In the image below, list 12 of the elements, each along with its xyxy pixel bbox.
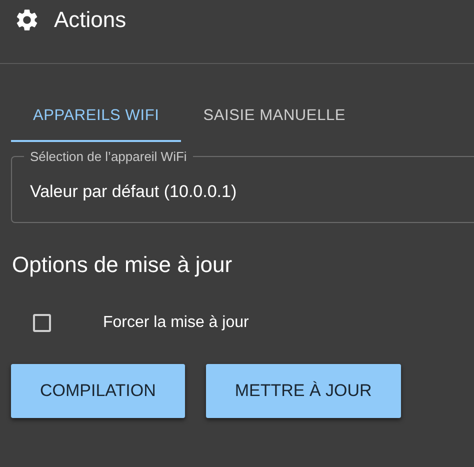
action-button[interactable]: METTRE À JOUR [206, 364, 401, 418]
action-button[interactable]: COMPILATION [11, 364, 185, 418]
field-value: Valeur par défaut (10.0.0.1) [30, 182, 238, 202]
field-label: Sélection de l’appareil WiFi [29, 149, 188, 164]
device-select[interactable]: Sélection de l’appareil WiFi Valeur par défaut (10.0.0.1) [11, 149, 474, 223]
tab[interactable]: SAISIE MANUELLE [181, 94, 368, 142]
section-title: Options de mise à jour [12, 252, 234, 278]
checkbox[interactable] [33, 314, 51, 332]
tab[interactable]: APPAREILS WIFI [11, 94, 182, 142]
page-title: Actions [54, 7, 126, 33]
checkbox-label: Forcer la mise à jour [103, 314, 249, 332]
settings-icon [14, 7, 40, 33]
